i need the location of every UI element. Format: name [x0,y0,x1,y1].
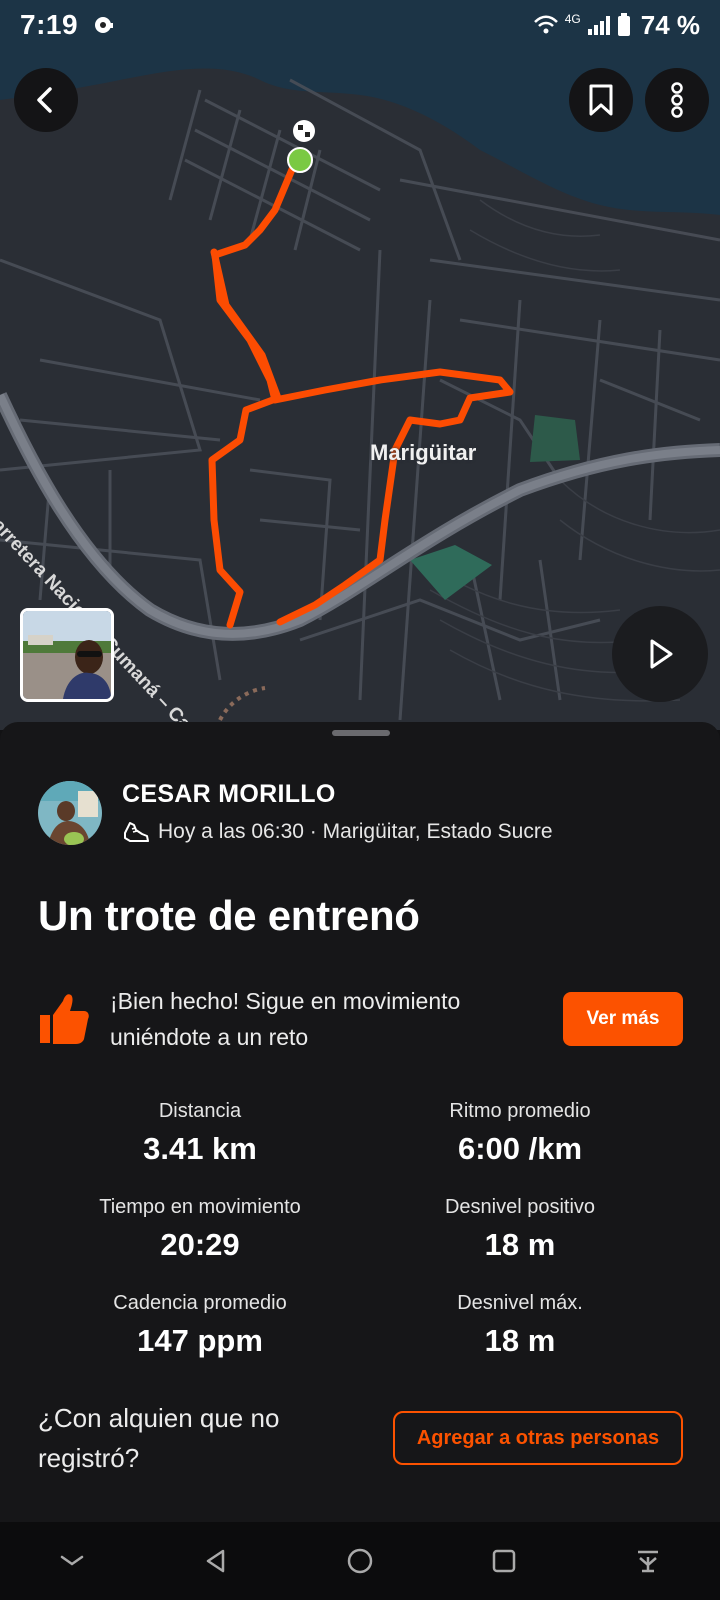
athlete-header[interactable]: CESAR MORILLO Hoy a las 06:30 · Marigüit… [38,780,553,845]
stat-value: 20:29 [160,1227,240,1262]
stat-distance: Distancia 3.41 km [20,1100,380,1167]
start-marker [287,147,313,173]
place-label: Marigüitar [370,440,477,465]
see-more-button[interactable]: Ver más [563,992,683,1046]
challenge-text: ¡Bien hecho! Sigue en movimiento uniéndo… [110,988,461,1050]
stat-value: 3.41 km [143,1131,257,1166]
bookmark-button[interactable] [569,68,633,132]
stat-label: Tiempo en movimiento [99,1196,301,1218]
sheet-drag-handle[interactable] [332,730,390,736]
challenge-prompt: ¡Bien hecho! Sigue en movimiento uniéndo… [38,984,683,1054]
stat-value: 6:00 /km [457,1131,583,1166]
more-vertical-icon [671,82,683,118]
stat-avg-pace: Ritmo promedio 6:00 /km [340,1100,700,1167]
play-icon [650,639,673,669]
stat-elevation-gain: Desnivel positivo 18 m [340,1196,700,1263]
notification-icon [95,17,114,33]
add-people-question: ¿Con alquien que no registró? [38,1403,280,1473]
status-time: 7:19 [20,9,79,40]
add-people-section: ¿Con alquien que no registró? Agregar a … [38,1398,683,1478]
nav-back-icon [206,1549,225,1573]
nav-back-button[interactable] [186,1531,246,1591]
stat-avg-cadence: Cadencia promedio 147 ppm [20,1292,380,1359]
nav-home-button[interactable] [330,1531,390,1591]
stat-label: Ritmo promedio [449,1100,591,1122]
nav-home-icon [347,1548,373,1574]
stat-value: 18 m [484,1227,556,1262]
running-shoe-icon [124,822,149,842]
battery-icon [617,13,630,36]
signal-icon [587,16,610,35]
pull-down-icon [638,1550,658,1573]
activity-title: Un trote de entrenó [38,892,420,939]
activity-details-sheet: CESAR MORILLO Hoy a las 06:30 · Marigüit… [0,722,720,1522]
nav-notifications-button[interactable] [618,1531,678,1591]
status-bar: 7:19 4G 74 % [0,0,720,50]
stat-max-elevation: Desnivel máx. 18 m [340,1292,700,1359]
activity-photo-thumbnail[interactable] [20,608,114,702]
back-button[interactable] [14,68,78,132]
back-arrow-icon [37,87,52,113]
nav-recents-button[interactable] [474,1531,534,1591]
athlete-name[interactable]: CESAR MORILLO [122,780,553,809]
network-type: 4G [564,12,581,26]
more-options-button[interactable] [645,68,709,132]
stat-value: 18 m [484,1323,556,1358]
chevron-down-icon [60,1555,84,1566]
stat-value: 147 ppm [137,1323,263,1358]
add-other-people-button[interactable]: Agregar a otras personas [393,1411,683,1465]
bookmark-icon [589,84,613,116]
wifi-icon [533,15,558,34]
battery-percent: 74 % [640,9,700,40]
stat-label: Desnivel máx. [457,1292,583,1314]
finish-flag-icon [293,120,315,142]
activity-time-location: Hoy a las 06:30 · Marigüitar, Estado Suc… [158,820,553,843]
nav-recents-icon [492,1549,516,1573]
stat-label: Cadencia promedio [113,1292,287,1314]
avatar[interactable] [38,780,102,845]
stat-moving-time: Tiempo en movimiento 20:29 [20,1196,380,1263]
stat-label: Distancia [158,1100,242,1122]
nav-hide-keyboard-button[interactable] [42,1531,102,1591]
play-flyover-button[interactable] [612,606,708,702]
system-navigation-bar [0,1522,720,1600]
stat-label: Desnivel positivo [444,1196,596,1218]
thumbs-up-icon [40,994,89,1044]
